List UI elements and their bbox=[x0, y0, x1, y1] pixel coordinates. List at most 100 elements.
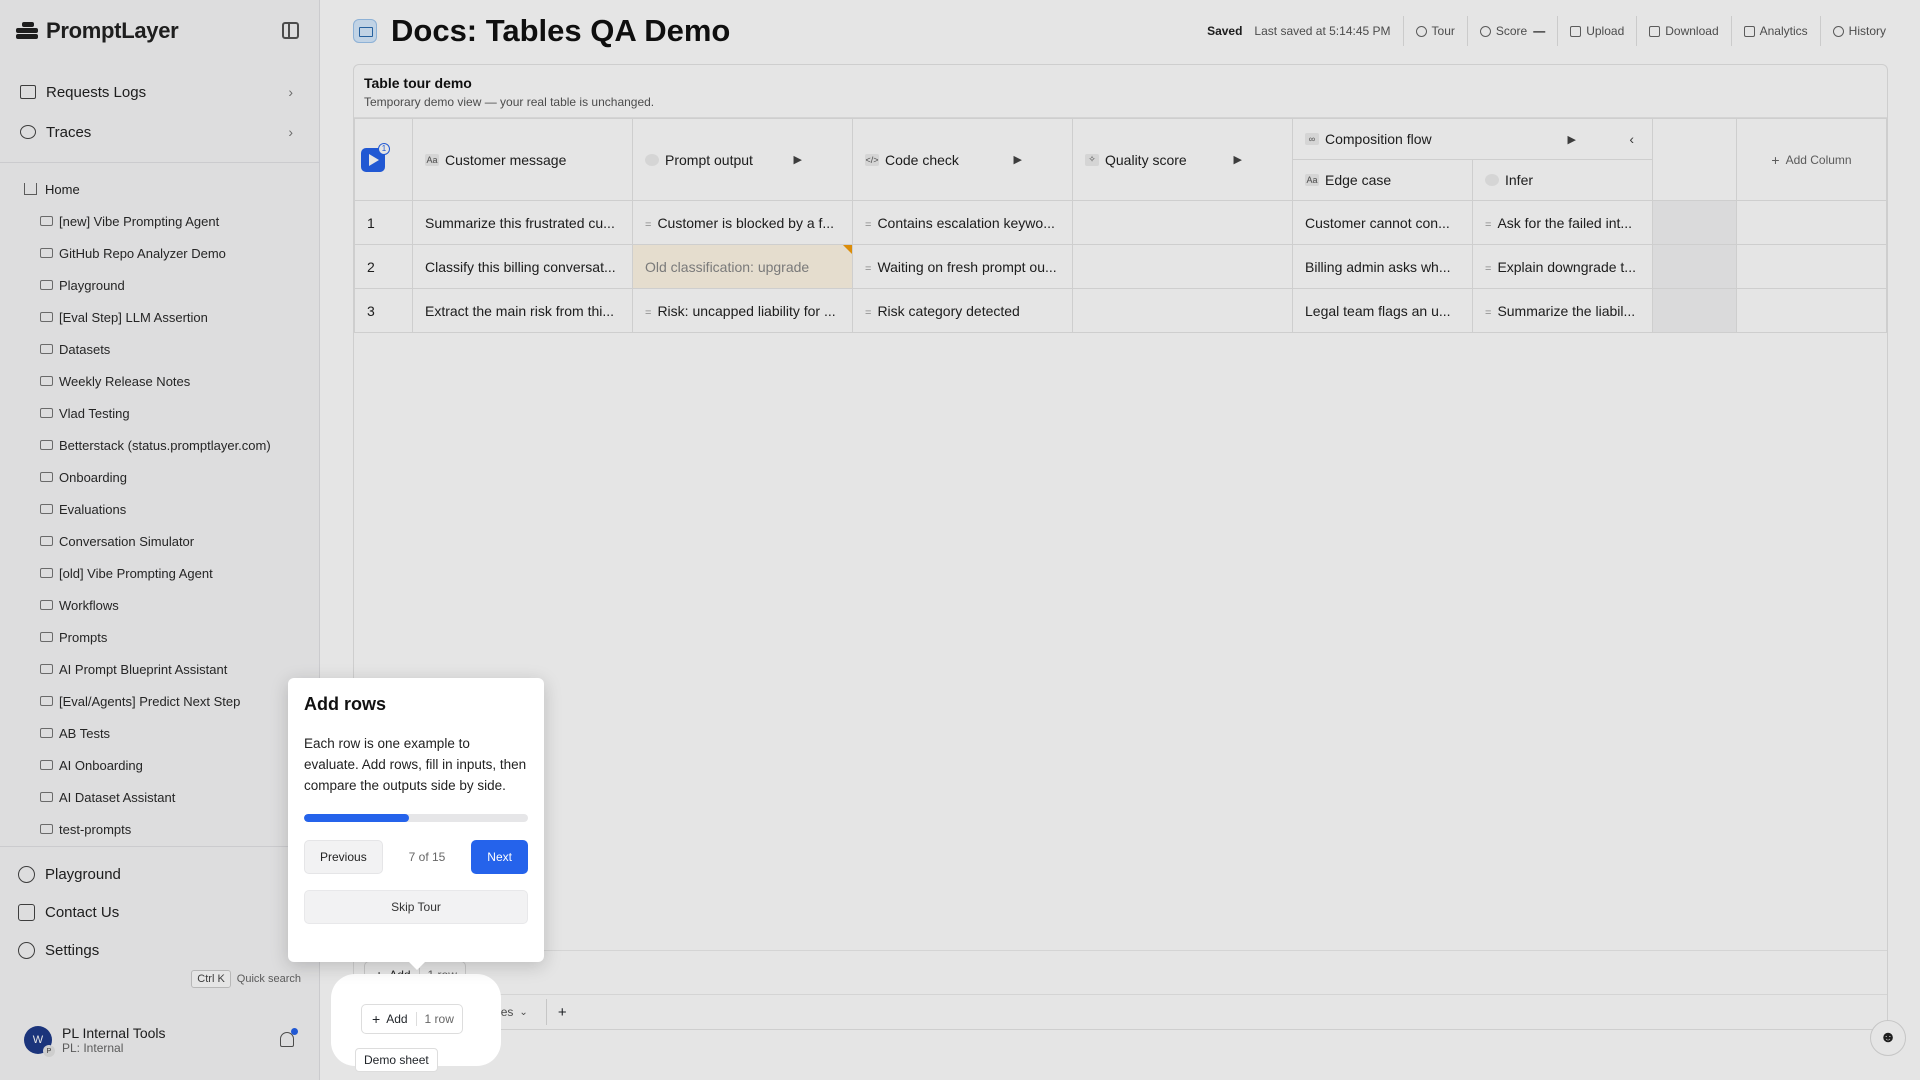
score-button[interactable]: Score — bbox=[1466, 16, 1557, 46]
analytics-icon bbox=[1743, 25, 1755, 37]
skip-tour-button[interactable]: Skip Tour bbox=[304, 890, 528, 924]
nav-contact-us[interactable]: Contact Us bbox=[0, 893, 320, 931]
col-group-composition-flow[interactable]: ∞ Composition flow ▶ ‹ bbox=[1292, 118, 1653, 160]
history-button[interactable]: History bbox=[1819, 16, 1898, 46]
sidebar-folder[interactable]: Vlad Testing bbox=[0, 397, 319, 429]
add-row-count[interactable]: 1 row bbox=[417, 1012, 462, 1026]
run-column-icon[interactable]: ▶ bbox=[1234, 153, 1242, 166]
table-row: 1 Summarize this frustrated cu... = Custo… bbox=[354, 200, 1887, 245]
row-number: 1 bbox=[354, 200, 413, 245]
sidebar-folder[interactable]: Playground bbox=[0, 269, 319, 301]
previous-button[interactable]: Previous bbox=[304, 840, 383, 874]
upload-icon bbox=[1570, 25, 1582, 37]
nav-playground[interactable]: Playground bbox=[0, 855, 320, 893]
folder-icon bbox=[40, 600, 53, 610]
col-infer[interactable]: Infer bbox=[1472, 159, 1653, 201]
cell-edge-case[interactable]: Billing admin asks wh... bbox=[1292, 244, 1473, 289]
cell-infer[interactable]: = Ask for the failed int... bbox=[1472, 200, 1653, 245]
add-column-label: Add Column bbox=[1785, 152, 1852, 167]
cell-code-check[interactable]: = Contains escalation keywo... bbox=[852, 200, 1073, 245]
cell-value: Risk category detected bbox=[877, 302, 1020, 319]
folder-icon bbox=[40, 376, 53, 386]
nav-traces[interactable]: Traces › bbox=[10, 112, 309, 152]
add-row-label: Add bbox=[386, 1012, 417, 1026]
tree-home[interactable]: Home bbox=[0, 173, 319, 205]
nav-label: Settings bbox=[45, 941, 100, 959]
cell-customer-message[interactable]: Classify this billing conversat... bbox=[412, 244, 633, 289]
folder-icon bbox=[40, 248, 53, 258]
sidebar-folder[interactable]: Evaluations bbox=[0, 493, 319, 525]
col-edge-case[interactable]: Aa Edge case bbox=[1292, 159, 1473, 201]
history-label: History bbox=[1848, 24, 1886, 38]
add-column-button[interactable]: + Add Column bbox=[1736, 118, 1887, 201]
sidebar-folder[interactable]: [new] Vibe Prompting Agent bbox=[0, 205, 319, 237]
run-column-icon[interactable]: ▶ bbox=[794, 153, 802, 166]
avatar-initial: W bbox=[32, 1034, 44, 1046]
tour-button[interactable]: Tour bbox=[1402, 16, 1467, 46]
empty-cell bbox=[1736, 244, 1887, 289]
download-button[interactable]: Download bbox=[1636, 16, 1730, 46]
plus-icon: + bbox=[1771, 151, 1780, 168]
sidebar-folder[interactable]: [Eval/Agents] Predict Next Step bbox=[0, 685, 319, 717]
folder-label: Weekly Release Notes bbox=[59, 373, 191, 389]
sidebar-folder[interactable]: Prompts bbox=[0, 621, 319, 653]
sidebar-folder[interactable]: AB Tests bbox=[0, 717, 319, 749]
cell-quality-score[interactable] bbox=[1072, 288, 1293, 333]
col-customer-message[interactable]: Aa Customer message bbox=[412, 118, 633, 201]
sidebar-folder[interactable]: Onboarding bbox=[0, 461, 319, 493]
cell-quality-score[interactable] bbox=[1072, 244, 1293, 289]
sidebar-folder[interactable]: GitHub Repo Analyzer Demo bbox=[0, 237, 319, 269]
profile[interactable]: W P PL Internal Tools PL: Internal bbox=[0, 1000, 320, 1080]
sheet-subtitle: Temporary demo view — your real table is… bbox=[364, 95, 655, 109]
sidebar-folder[interactable]: [old] Vibe Prompting Agent bbox=[0, 557, 319, 589]
cell-quality-score[interactable] bbox=[1072, 200, 1293, 245]
cell-prompt-output[interactable]: = Risk: uncapped liability for ... bbox=[632, 288, 853, 333]
add-sheet-button[interactable]: + bbox=[545, 999, 578, 1025]
gauge-icon bbox=[1479, 25, 1491, 37]
cell-infer[interactable]: = Summarize the liabil... bbox=[1472, 288, 1653, 333]
sidebar-folder[interactable]: Betterstack (status.promptlayer.com) bbox=[0, 429, 319, 461]
sidebar-folder[interactable]: Conversation Simulator bbox=[0, 525, 319, 557]
collapse-group-icon[interactable]: ‹ bbox=[1629, 131, 1634, 147]
bottom-nav: Playground Contact Us Settings bbox=[0, 846, 320, 969]
cell-code-check[interactable]: = Risk category detected bbox=[852, 288, 1073, 333]
sidebar-folder[interactable]: Datasets bbox=[0, 333, 319, 365]
sidebar-folder[interactable]: AI Prompt Blueprint Assistant bbox=[0, 653, 319, 685]
folder-label: Vlad Testing bbox=[59, 405, 130, 421]
spotlight-add-row-button[interactable]: + Add 1 row bbox=[361, 1004, 463, 1034]
sidebar-folder[interactable]: test-prompts bbox=[0, 813, 319, 845]
quick-search[interactable]: Ctrl K Quick search bbox=[191, 970, 301, 988]
upload-button[interactable]: Upload bbox=[1557, 16, 1636, 46]
sidebar-folder[interactable]: AI Dataset Assistant bbox=[0, 781, 319, 813]
cell-value: Ask for the failed int... bbox=[1497, 214, 1633, 231]
run-all-button[interactable]: 1 bbox=[361, 142, 390, 172]
cell-infer[interactable]: = Explain downgrade t... bbox=[1472, 244, 1653, 289]
nav-requests-logs[interactable]: Requests Logs › bbox=[10, 72, 309, 112]
col-quality-score[interactable]: ✧ Quality score ▶ bbox=[1072, 118, 1293, 201]
cell-prompt-output-stale[interactable]: Old classification: upgrade bbox=[632, 244, 853, 289]
col-code-check[interactable]: </> Code check ▶ bbox=[852, 118, 1073, 201]
collapse-sidebar-icon[interactable] bbox=[282, 22, 299, 39]
cell-customer-message[interactable]: Summarize this frustrated cu... bbox=[412, 200, 633, 245]
spotlight-tab-demo-sheet[interactable]: Demo sheet bbox=[355, 1048, 438, 1072]
cell-edge-case[interactable]: Customer cannot con... bbox=[1292, 200, 1473, 245]
cell-prompt-output[interactable]: = Customer is blocked by a f... bbox=[632, 200, 853, 245]
col-prompt-output[interactable]: Prompt output ▶ bbox=[632, 118, 853, 201]
sidebar-folder[interactable]: Workflows bbox=[0, 589, 319, 621]
analytics-button[interactable]: Analytics bbox=[1730, 16, 1820, 46]
folder-label: AI Dataset Assistant bbox=[59, 789, 176, 805]
cell-customer-message[interactable]: Extract the main risk from thi... bbox=[412, 288, 633, 333]
folder-label: [Eval/Agents] Predict Next Step bbox=[59, 693, 241, 709]
run-column-icon[interactable]: ▶ bbox=[1014, 153, 1022, 166]
next-button[interactable]: Next bbox=[471, 840, 528, 874]
run-column-icon[interactable]: ▶ bbox=[1568, 133, 1576, 146]
cell-edge-case[interactable]: Legal team flags an u... bbox=[1292, 288, 1473, 333]
sidebar-folder[interactable]: Weekly Release Notes bbox=[0, 365, 319, 397]
cell-code-check[interactable]: = Waiting on fresh prompt ou... bbox=[852, 244, 1073, 289]
sidebar-folder[interactable]: AI Onboarding bbox=[0, 749, 319, 781]
quick-search-label: Quick search bbox=[236, 973, 301, 985]
nav-settings[interactable]: Settings bbox=[0, 931, 320, 969]
assistant-bot-icon[interactable]: ☻ bbox=[1870, 1020, 1906, 1056]
monitor-icon bbox=[20, 85, 36, 99]
sidebar-folder[interactable]: [Eval Step] LLM Assertion bbox=[0, 301, 319, 333]
